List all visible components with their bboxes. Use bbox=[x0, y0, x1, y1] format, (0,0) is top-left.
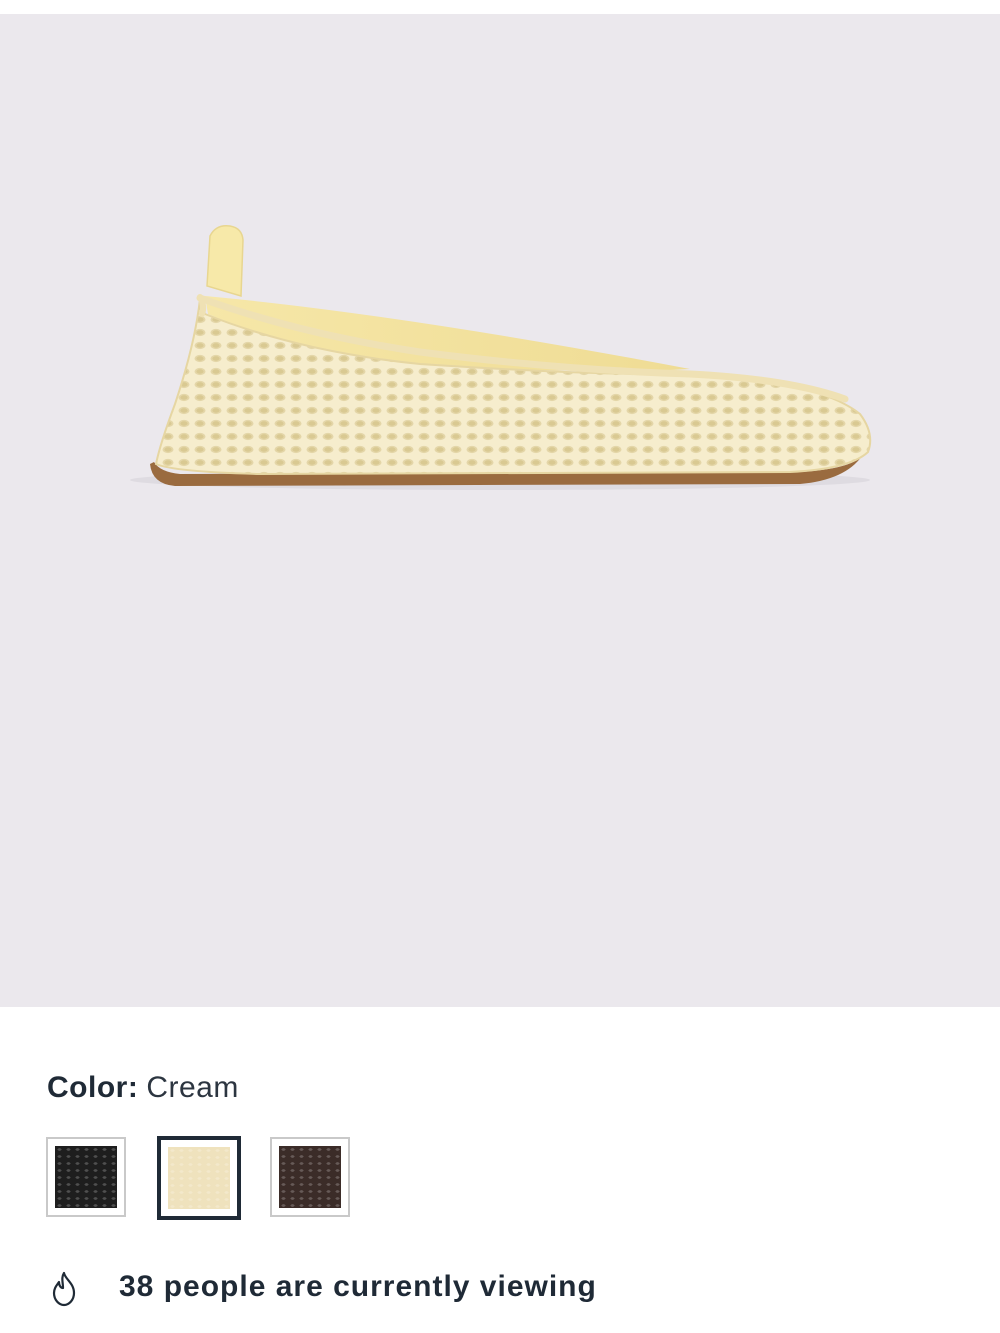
color-selector-heading: Color: Cream bbox=[47, 1068, 239, 1108]
viewers-notice: 38 people are currently viewing bbox=[48, 1268, 948, 1316]
product-page: Color: Cream 38 people are currently view… bbox=[0, 0, 1000, 1333]
ballet-flat-illustration bbox=[130, 224, 872, 490]
product-image[interactable] bbox=[0, 14, 1000, 1007]
selected-color-name: Cream bbox=[146, 1071, 239, 1104]
swatch-black[interactable] bbox=[46, 1137, 126, 1217]
top-strip bbox=[0, 0, 1000, 14]
flame-icon bbox=[52, 1271, 76, 1307]
heel-tab bbox=[206, 224, 244, 297]
swatch-brown-fill bbox=[279, 1146, 341, 1208]
color-label: Color: bbox=[47, 1071, 139, 1104]
swatch-cream[interactable] bbox=[157, 1136, 241, 1220]
swatch-brown[interactable] bbox=[270, 1137, 350, 1217]
shoe-heel-binding bbox=[197, 294, 207, 317]
swatch-cream-fill bbox=[168, 1147, 230, 1209]
swatch-black-fill bbox=[55, 1146, 117, 1208]
viewers-count-text: 38 people are currently viewing bbox=[119, 1270, 597, 1303]
